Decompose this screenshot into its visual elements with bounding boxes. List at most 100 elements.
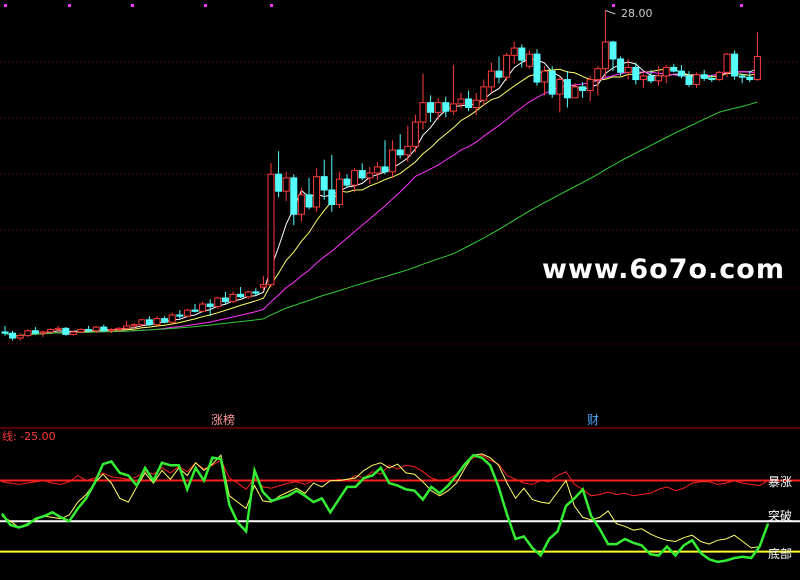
candle <box>525 50 533 69</box>
candlestick-series <box>1 10 761 341</box>
candle-body <box>563 79 571 99</box>
candle-body <box>533 53 541 83</box>
candle-body <box>290 177 298 215</box>
candle-body <box>92 326 100 332</box>
candle-body <box>427 102 435 113</box>
candle-body <box>389 149 397 173</box>
candle-body <box>411 121 419 147</box>
tag-limit-up[interactable]: 涨榜 <box>211 412 235 427</box>
moving-average-lines <box>4 58 758 337</box>
candle-body <box>145 319 153 326</box>
candle <box>47 328 55 334</box>
oscillator-name-label: 线: -25.00 <box>2 429 56 443</box>
candle <box>123 321 131 330</box>
candle-body <box>62 327 70 335</box>
candle-body <box>335 178 343 206</box>
candle-body <box>404 145 412 156</box>
candle <box>161 316 169 324</box>
candle <box>503 52 511 81</box>
candle <box>381 140 389 175</box>
candle <box>389 140 397 178</box>
candle <box>449 65 457 115</box>
candle-body <box>556 79 564 95</box>
candle <box>168 312 176 324</box>
candle <box>199 301 207 313</box>
candle-body <box>419 102 427 123</box>
candle-body <box>510 47 518 56</box>
candle <box>662 65 670 84</box>
candle <box>351 168 359 193</box>
oscillator-series-2 <box>0 453 770 564</box>
candle-body <box>434 102 442 113</box>
candle <box>495 56 503 84</box>
candle-body <box>282 177 290 192</box>
tag-finance[interactable]: 财 <box>587 413 599 427</box>
candle <box>548 66 556 98</box>
candle-body <box>708 77 716 81</box>
candle-body <box>351 170 359 186</box>
level-label-bottom: 底部 <box>768 546 792 561</box>
candle-body <box>632 66 640 81</box>
candle <box>107 328 115 334</box>
oscillator-panel <box>0 453 800 564</box>
candle <box>9 330 17 341</box>
candle-body <box>472 99 480 108</box>
candle <box>77 328 85 334</box>
candle-body <box>244 291 252 298</box>
candle-body <box>183 309 191 317</box>
candle <box>244 290 252 300</box>
candle <box>221 291 229 305</box>
candle-body <box>297 194 305 215</box>
candle <box>267 163 275 288</box>
high-price-label: 28.00 <box>621 7 653 20</box>
candle-body <box>738 75 746 78</box>
candle-body <box>191 309 199 312</box>
candle <box>237 287 245 298</box>
candle <box>290 174 298 226</box>
candle-body <box>715 71 723 81</box>
candle <box>358 163 366 181</box>
candle <box>472 92 480 115</box>
candle-body <box>123 325 131 329</box>
candle-body <box>525 53 533 67</box>
candle-body <box>465 98 473 108</box>
candle <box>404 125 412 163</box>
candle-body <box>100 326 108 332</box>
top-marker <box>4 4 7 7</box>
candle-body <box>237 293 245 298</box>
candle <box>465 90 473 112</box>
candle-body <box>700 74 708 79</box>
top-marker <box>131 4 134 7</box>
candle-body <box>503 54 511 78</box>
candle-body <box>138 319 146 326</box>
top-marker <box>612 4 615 7</box>
candle-body <box>69 331 77 335</box>
candle-body <box>723 53 731 73</box>
candle-body <box>328 189 336 206</box>
candle <box>259 276 267 291</box>
candle <box>313 168 321 212</box>
watermark: www.6o7o.com <box>542 254 785 285</box>
candle <box>715 71 723 81</box>
candle <box>229 291 237 303</box>
ma20-line <box>4 71 758 337</box>
candle <box>24 329 32 337</box>
candle <box>366 166 374 184</box>
candle-body <box>259 284 267 288</box>
candle <box>191 304 199 313</box>
candle-body <box>24 330 32 337</box>
candle-body <box>267 173 275 286</box>
candle-body <box>214 297 222 307</box>
candle-body <box>693 74 701 85</box>
candle-body <box>586 79 594 92</box>
top-marker <box>204 4 207 7</box>
candle <box>411 114 419 153</box>
candle-body <box>343 178 351 186</box>
candle <box>320 159 328 200</box>
candle-body <box>449 103 457 112</box>
candle-body <box>115 327 123 331</box>
candle <box>282 171 290 201</box>
candle <box>31 327 39 335</box>
candle-body <box>753 56 761 81</box>
candle-body <box>396 149 404 156</box>
